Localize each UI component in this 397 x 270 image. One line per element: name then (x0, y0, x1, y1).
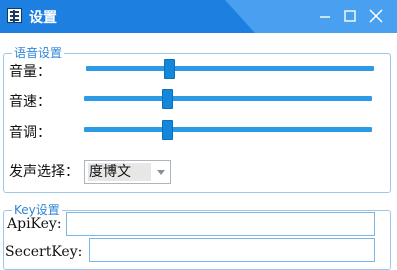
api-key-label: ApiKey: (7, 216, 62, 232)
voice-settings-legend: 语音设置 (12, 46, 65, 60)
volume-slider-track[interactable] (86, 66, 374, 71)
key-settings-legend: Key设置 (12, 203, 62, 217)
close-button[interactable] (366, 6, 386, 26)
close-icon (369, 9, 383, 23)
chevron-down-icon[interactable] (154, 164, 168, 180)
pitch-slider-track[interactable] (84, 127, 372, 132)
voice-select-dropdown[interactable]: 度博文 (84, 160, 171, 184)
speed-label: 音速： (9, 94, 51, 110)
volume-slider-thumb[interactable] (164, 59, 176, 79)
pitch-label: 音调： (9, 125, 51, 141)
window-title: 设置 (29, 10, 57, 26)
settings-app-icon (7, 8, 22, 23)
voice-select-value: 度博文 (88, 163, 151, 181)
volume-label: 音量： (9, 64, 51, 80)
speed-slider-track[interactable] (84, 96, 372, 101)
minimize-icon (320, 16, 330, 18)
pitch-slider-thumb[interactable] (162, 120, 174, 140)
minimize-button[interactable] (315, 6, 335, 26)
maximize-icon (344, 10, 356, 22)
api-key-input[interactable] (66, 212, 375, 236)
maximize-button[interactable] (340, 6, 360, 26)
voice-select-label: 发声选择： (9, 164, 79, 180)
secret-key-label: SecertKey: (5, 244, 83, 260)
secret-key-input[interactable] (89, 238, 375, 262)
title-bar-accent (225, 0, 255, 33)
title-bar[interactable]: 设置 (0, 0, 397, 33)
speed-slider-thumb[interactable] (162, 89, 174, 109)
